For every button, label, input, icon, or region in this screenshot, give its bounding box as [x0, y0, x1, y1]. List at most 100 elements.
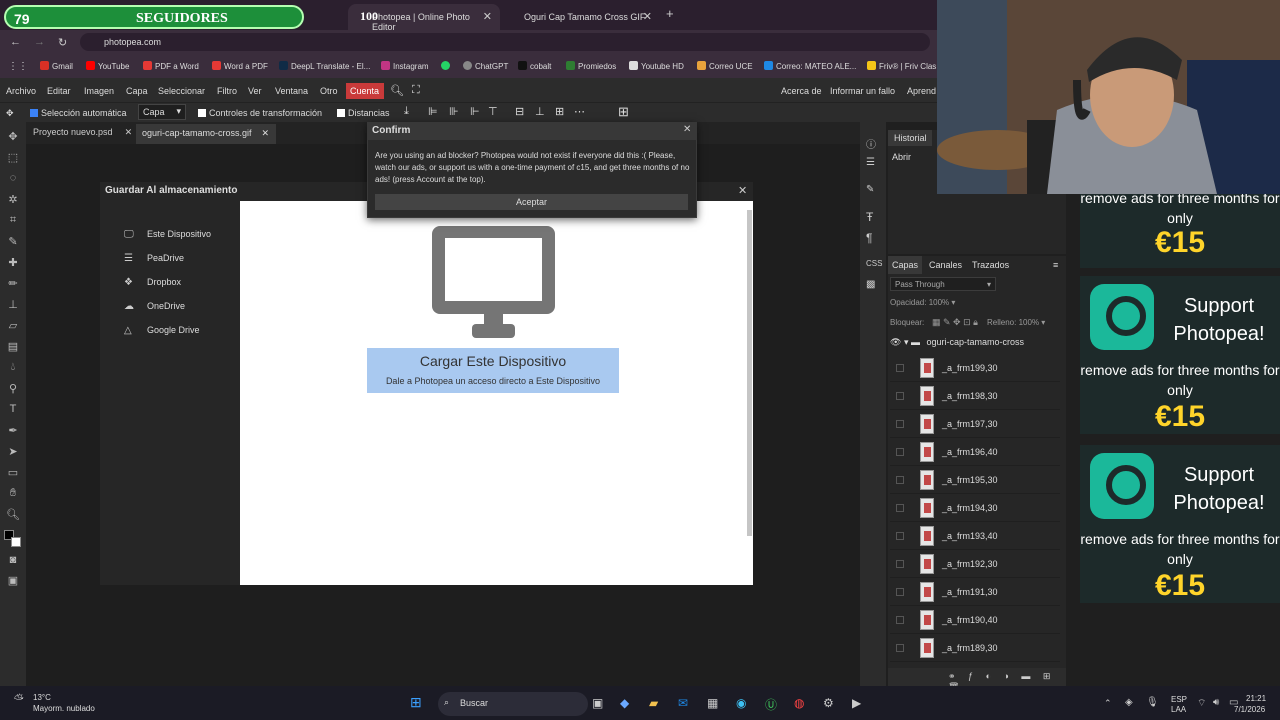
location-google-drive[interactable]: △ Google Drive — [124, 325, 200, 336]
visibility-toggle[interactable] — [896, 392, 904, 400]
search-icon[interactable]: 🔍︎ — [390, 84, 404, 97]
doc-tab-gif[interactable]: oguri-cap-tamamo-cross.gif ✕ — [136, 124, 276, 144]
character-icon[interactable]: Ŧ — [866, 210, 873, 224]
reload-icon[interactable]: ↻ — [58, 36, 67, 49]
align-right-icon[interactable]: ⊩ — [470, 105, 480, 118]
accept-button[interactable]: Aceptar — [375, 194, 688, 210]
tab-channels[interactable]: Canales — [929, 260, 962, 270]
image-icon[interactable]: ▩ — [866, 279, 875, 290]
utorrent-icon[interactable]: Ⓤ — [765, 696, 777, 713]
outlook-icon[interactable]: ✉ — [678, 696, 688, 710]
grid-icon[interactable]: ⊞ — [618, 104, 629, 120]
visibility-toggle[interactable] — [896, 616, 904, 624]
download-icon[interactable]: ⤓ — [404, 105, 409, 118]
close-icon[interactable]: ✕ — [738, 184, 747, 197]
layer-row[interactable]: _a_frm198,30 — [890, 382, 1060, 410]
bookmark-deepl[interactable]: DeepL Translate - El... — [279, 61, 370, 71]
visibility-toggle[interactable] — [896, 504, 904, 512]
align-middle-icon[interactable]: ⊟ — [515, 105, 524, 118]
dodge-tool-icon[interactable]: ⚲ — [6, 382, 20, 395]
bookmark-instagram[interactable]: Instagram — [381, 61, 429, 71]
location-onedrive[interactable]: ☁ OneDrive — [124, 301, 185, 312]
visibility-toggle[interactable] — [896, 644, 904, 652]
bookmark-gmail[interactable]: Gmail — [40, 61, 73, 71]
magic-wand-icon[interactable]: ✲ — [6, 193, 20, 206]
bookmark-word-pdf[interactable]: Word a PDF — [212, 61, 268, 71]
layer-row[interactable]: _a_frm199,30 — [890, 354, 1060, 382]
info-icon[interactable]: ⓘ — [866, 136, 876, 151]
visibility-toggle[interactable] — [896, 560, 904, 568]
transform-controls-checkbox[interactable]: Controles de transformación — [198, 108, 322, 118]
screen-mode-icon[interactable]: ▣ — [6, 574, 20, 587]
close-icon[interactable]: ✕ — [483, 10, 492, 23]
fullscreen-icon[interactable]: ⛶ — [412, 84, 420, 97]
chevron-down-icon[interactable]: ▾ — [904, 337, 909, 347]
eyedropper-icon[interactable]: ✎ — [6, 235, 20, 248]
copilot-icon[interactable]: ◆ — [620, 696, 629, 710]
layer-select[interactable]: Capa ▾ — [138, 104, 186, 120]
menu-filtro[interactable]: Filtro — [217, 86, 237, 96]
clock-time[interactable]: 21:21 — [1246, 694, 1266, 703]
close-icon[interactable]: ✕ — [643, 10, 652, 23]
menu-seleccionar[interactable]: Seleccionar — [158, 86, 205, 96]
align-center-icon[interactable]: ⊪ — [449, 105, 459, 118]
layer-group[interactable]: 👁︎ ▾ ▬ oguri-cap-tamamo-cross — [890, 337, 1060, 351]
layer-row[interactable]: _a_frm194,30 — [890, 494, 1060, 522]
menu-about[interactable]: Acerca de — [781, 86, 822, 96]
menu-imagen[interactable]: Imagen — [84, 86, 114, 96]
bookmark-youtube-hd[interactable]: Youtube HD — [629, 61, 684, 71]
blend-mode-select[interactable]: Pass Through ▾ — [890, 277, 996, 291]
bookmark-chatgpt[interactable]: ChatGPT — [463, 61, 508, 71]
close-icon[interactable]: ✕ — [125, 127, 133, 137]
menu-report-bug[interactable]: Informar un fallo — [830, 86, 895, 96]
menu-learn[interactable]: Aprend — [907, 86, 936, 96]
windows-start-icon[interactable]: ⊞ — [410, 694, 422, 711]
mic-icon[interactable]: 🎙︎ — [1146, 697, 1159, 708]
visibility-toggle[interactable] — [896, 448, 904, 456]
menu-archivo[interactable]: Archivo — [6, 86, 36, 96]
menu-ventana[interactable]: Ventana — [275, 86, 308, 96]
store-icon[interactable]: ▦ — [707, 696, 718, 710]
edge-icon[interactable]: ◉ — [736, 696, 746, 710]
location-dropbox[interactable]: ❖ Dropbox — [124, 277, 181, 288]
account-button[interactable]: Cuenta — [346, 83, 384, 99]
bookmark-correo-mateo[interactable]: Correo: MATEO ALE... — [764, 61, 856, 71]
forward-icon[interactable]: → — [34, 36, 45, 48]
layer-row[interactable]: _a_frm197,30 — [890, 410, 1060, 438]
volume-icon[interactable]: 🔊︎ — [1213, 697, 1219, 708]
zoom-tool-icon[interactable]: 🔍︎ — [6, 508, 20, 521]
quick-mask-icon[interactable]: ◙ — [6, 554, 20, 566]
brush-icon[interactable]: ✎ — [866, 184, 874, 195]
chrome-icon[interactable]: ◍ — [794, 696, 804, 710]
layer-row[interactable]: _a_frm190,40 — [890, 606, 1060, 634]
network-tray-icon[interactable]: ◈ — [1125, 697, 1133, 708]
doc-tab-project[interactable]: Proyecto nuevo.psd ✕ — [33, 127, 132, 138]
tray-chevron-icon[interactable]: ⌃ — [1104, 698, 1112, 709]
marquee-tool-icon[interactable]: ⬚ — [6, 151, 20, 164]
ad-banner-top[interactable]: remove ads for three months for only €15 — [1080, 188, 1280, 268]
menu-capa[interactable]: Capa — [126, 86, 148, 96]
location-peadrive[interactable]: ☰ PeaDrive — [124, 253, 184, 264]
bookmark-pdf-word[interactable]: PDF a Word — [143, 61, 199, 71]
distribute-icon[interactable]: ⊞ — [555, 105, 564, 118]
taskbar-search[interactable]: ⌕ Buscar — [438, 692, 588, 716]
settings-icon[interactable]: ⚙ — [823, 696, 834, 710]
whatsapp-icon[interactable] — [441, 61, 453, 71]
gradient-tool-icon[interactable]: ▤ — [6, 340, 20, 353]
wifi-icon[interactable]: ⌔ — [1197, 697, 1206, 710]
auto-select-checkbox[interactable]: Selección automática — [30, 108, 127, 118]
scrollbar[interactable] — [747, 210, 752, 536]
eye-icon[interactable]: 👁︎ — [890, 337, 901, 347]
distances-checkbox[interactable]: Distancias — [337, 108, 390, 118]
layer-row[interactable]: _a_frm191,30 — [890, 578, 1060, 606]
menu-editar[interactable]: Editar — [47, 86, 71, 96]
move-tool-icon[interactable]: ✥ — [6, 130, 20, 143]
task-view-icon[interactable]: ▣ — [592, 696, 603, 710]
lasso-tool-icon[interactable]: ◌ — [6, 172, 20, 184]
hand-tool-icon[interactable]: ✋︎ — [6, 487, 20, 499]
menu-icon[interactable]: ≡ — [1053, 260, 1058, 270]
align-top-icon[interactable]: ⊤ — [488, 105, 498, 118]
weather-icon[interactable]: ⛅︎ — [14, 692, 24, 707]
apps-icon[interactable]: ⋮⋮ — [8, 61, 28, 72]
distribute-h-icon[interactable]: ⋯ — [574, 105, 585, 118]
